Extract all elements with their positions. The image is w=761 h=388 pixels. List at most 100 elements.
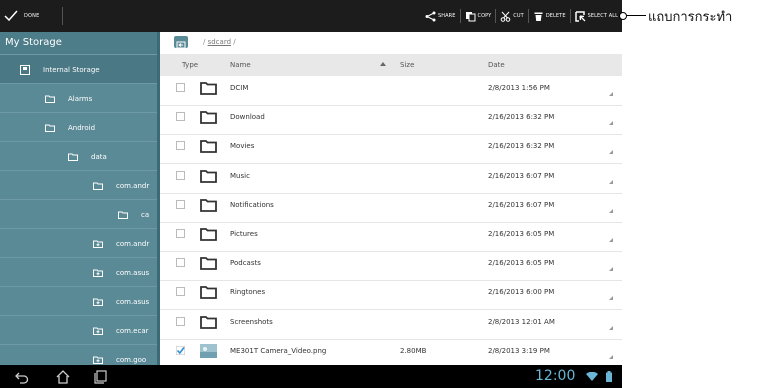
sidebar-item-com-asus[interactable]: com.asus	[0, 257, 160, 287]
row-checkbox[interactable]	[176, 199, 185, 209]
row-corner-indicator	[609, 121, 613, 126]
file-name: Podcasts	[230, 259, 261, 268]
status-clock: 12:00	[535, 368, 576, 384]
cut-button[interactable]: CUT	[496, 9, 529, 23]
image-thumbnail-icon	[200, 343, 217, 358]
sidebar-item-com-andr[interactable]: com.andr	[0, 170, 160, 200]
column-date[interactable]: Date	[488, 61, 505, 69]
folder-icon	[93, 182, 103, 190]
file-date: 2/8/2013 3:19 PM	[488, 346, 550, 355]
file-row[interactable]: Music 2/16/2013 6:07 PM	[160, 164, 622, 194]
sidebar-item-data[interactable]: data	[0, 141, 160, 171]
storage-sidebar: My Storage Internal Storage Alarms Andro…	[0, 32, 160, 365]
folder-plus-icon	[93, 240, 103, 248]
file-row[interactable]: Movies 2/16/2013 6:32 PM	[160, 134, 622, 165]
recent-apps-icon[interactable]	[92, 369, 108, 385]
folder-icon	[200, 315, 217, 329]
folder-icon	[200, 227, 217, 241]
file-date: 2/16/2013 6:07 PM	[488, 171, 555, 180]
system-nav-bar: 12:00	[0, 365, 622, 388]
row-checkbox[interactable]	[176, 83, 185, 92]
row-checkbox[interactable]	[176, 287, 185, 297]
file-date: 2/16/2013 6:32 PM	[488, 113, 555, 122]
file-row[interactable]: Pictures 2/16/2013 6:05 PM	[160, 222, 622, 252]
select-all-label: SELECT ALL	[587, 13, 618, 19]
sidebar-item-label: Android	[68, 123, 96, 132]
up-folder-icon[interactable]	[174, 36, 188, 49]
file-size: 2.80MB	[400, 346, 427, 355]
battery-icon	[606, 371, 612, 382]
sidebar-item-com-goo[interactable]: com.goo	[0, 344, 160, 365]
cut-label: CUT	[513, 13, 524, 19]
breadcrumb-separator: /	[233, 38, 236, 46]
breadcrumb-sdcard[interactable]: sdcard	[208, 38, 231, 46]
column-type[interactable]: Type	[182, 61, 198, 69]
folder-plus-icon	[93, 269, 103, 277]
file-name: Music	[230, 171, 250, 180]
file-name: Movies	[230, 142, 255, 151]
file-row[interactable]: Ringtones 2/16/2013 6:00 PM	[160, 280, 622, 311]
delete-button[interactable]: DELETE	[529, 9, 571, 23]
row-checkbox[interactable]	[176, 229, 185, 238]
row-corner-indicator	[609, 354, 613, 359]
action-bar: DONE SHARE COPY CUT DELETE SELECT ALL	[0, 0, 622, 32]
sidebar-item-alarms[interactable]: Alarms	[0, 83, 160, 113]
column-name[interactable]: Name	[230, 61, 251, 69]
sidebar-item-label: ca	[141, 210, 150, 219]
sidebar-item-com-andr-2[interactable]: com.andr	[0, 228, 160, 258]
folder-icon	[200, 198, 217, 212]
file-date: 2/8/2013 1:56 PM	[488, 84, 550, 92]
sort-ascending-icon	[380, 62, 386, 66]
sidebar-item-label: data	[91, 152, 107, 161]
share-button[interactable]: SHARE	[421, 9, 461, 23]
row-checkbox[interactable]	[176, 141, 185, 151]
breadcrumb-root[interactable]: /	[203, 38, 205, 46]
row-checkbox[interactable]	[176, 170, 185, 180]
row-checkbox[interactable]	[176, 258, 185, 268]
copy-label: COPY	[477, 13, 492, 19]
done-button[interactable]: DONE	[4, 6, 40, 26]
delete-label: DELETE	[545, 13, 566, 19]
sidebar-item-android[interactable]: Android	[0, 112, 160, 142]
column-size[interactable]: Size	[400, 61, 414, 69]
row-checkbox[interactable]	[175, 345, 186, 356]
file-name: ME301T Camera_Video.png	[230, 346, 327, 355]
row-corner-indicator	[609, 179, 613, 184]
file-row[interactable]: Notifications 2/16/2013 6:07 PM	[160, 193, 622, 223]
sidebar-item-label: Internal Storage	[43, 65, 100, 74]
file-row[interactable]: Download 2/16/2013 6:32 PM	[160, 105, 622, 136]
callout-label: แถบการกระทำ	[648, 10, 733, 25]
folder-icon	[200, 81, 217, 95]
folder-icon	[45, 95, 55, 103]
select-all-icon	[574, 10, 586, 22]
copy-button[interactable]: COPY	[461, 9, 497, 23]
folder-plus-icon	[93, 298, 103, 306]
file-name: Notifications	[230, 200, 274, 209]
callout-marker	[619, 12, 627, 20]
folder-icon	[200, 169, 217, 183]
wifi-icon	[586, 372, 598, 381]
file-name: Pictures	[230, 230, 258, 238]
share-icon	[425, 11, 436, 21]
select-all-button[interactable]: SELECT ALL	[571, 9, 620, 23]
file-date: 2/16/2013 6:05 PM	[488, 259, 555, 268]
back-icon[interactable]	[14, 369, 30, 385]
file-date: 2/16/2013 6:32 PM	[488, 142, 555, 151]
sidebar-item-ca[interactable]: ca	[0, 199, 160, 229]
file-row[interactable]: Screenshots 2/8/2013 12:01 AM	[160, 310, 622, 340]
home-icon[interactable]	[55, 369, 71, 385]
storage-icon	[20, 64, 30, 75]
file-row[interactable]: Podcasts 2/16/2013 6:05 PM	[160, 251, 622, 282]
sidebar-item-internal-storage[interactable]: Internal Storage	[0, 54, 160, 84]
row-corner-indicator	[609, 325, 613, 330]
done-label: DONE	[24, 13, 40, 19]
sidebar-item-com-asus-2[interactable]: com.asus	[0, 286, 160, 316]
row-corner-indicator	[609, 208, 613, 213]
sidebar-title: My Storage	[0, 32, 160, 54]
file-row[interactable]: DCIM 2/8/2013 1:56 PM	[160, 76, 622, 106]
row-checkbox[interactable]	[176, 112, 185, 122]
row-checkbox[interactable]	[176, 316, 185, 326]
sidebar-item-com-ecar[interactable]: com.ecar	[0, 315, 160, 345]
file-manager-screen: DONE SHARE COPY CUT DELETE SELECT ALL My…	[0, 0, 622, 388]
folder-icon	[118, 211, 128, 219]
